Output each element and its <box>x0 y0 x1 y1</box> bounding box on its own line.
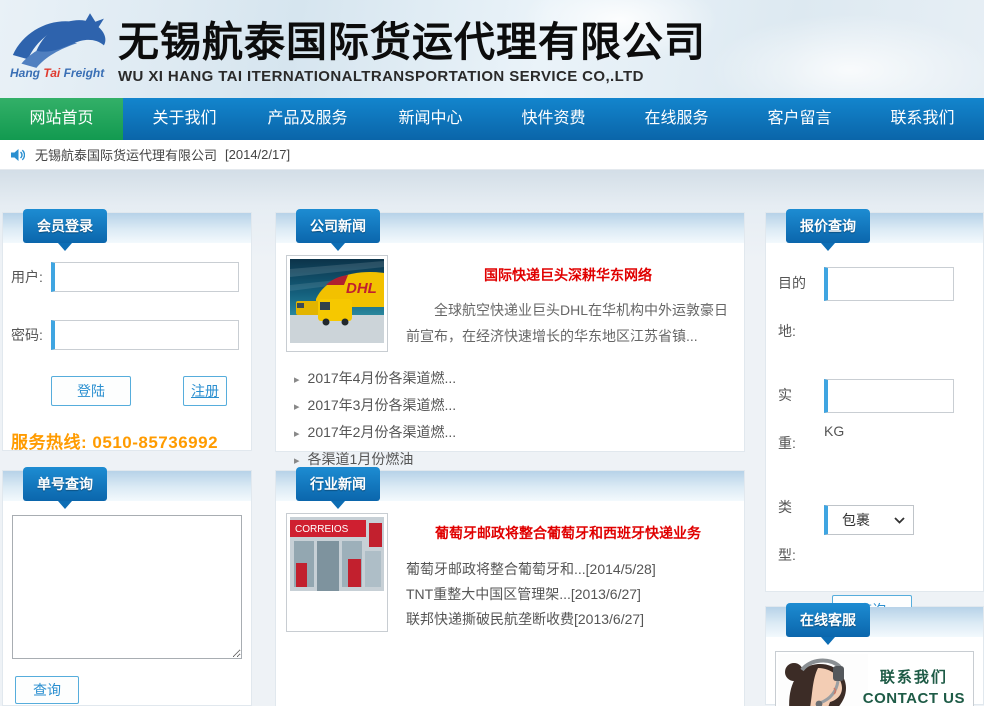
password-label: 密码: <box>11 325 51 345</box>
industry-news-list: 葡萄牙邮政将整合葡萄牙和...[2014/5/28] TNT重整大中国区管理架.… <box>406 557 730 632</box>
correios-storefront-image: CORREIOS <box>290 517 384 591</box>
industry-news-tab: 行业新闻 <box>296 467 380 501</box>
tracking-tab: 单号查询 <box>23 467 107 501</box>
announcement-date: [2014/2/17] <box>225 147 290 162</box>
destination-label: 目的 地: <box>778 257 814 355</box>
company-news-item[interactable]: 2017年2月份各渠道燃... <box>294 420 744 447</box>
company-news-featured-title[interactable]: 国际快递巨头深耕华东网络 <box>406 265 730 285</box>
content-area: 会员登录 用户: 密码: 登陆 注册 服务热线: 0510-85736992 <box>0 170 984 704</box>
company-news-tab: 公司新闻 <box>296 209 380 243</box>
industry-news-header: 行业新闻 <box>276 471 744 501</box>
package-type-value: 包裹 <box>842 510 870 530</box>
industry-news-panel: 行业新闻 CORREIOS <box>275 470 745 706</box>
middle-column: 公司新闻 <box>275 212 745 706</box>
company-news-header: 公司新闻 <box>276 213 744 243</box>
page: Hang Tai Freight 无锡航泰国际货运代理有限公司 WU XI HA… <box>0 0 984 706</box>
username-row: 用户: <box>3 262 251 292</box>
nav-item-news[interactable]: 新闻中心 <box>369 98 492 140</box>
weight-label: 实 重: <box>778 369 814 467</box>
industry-news-item[interactable]: 葡萄牙邮政将整合葡萄牙和...[2014/5/28] <box>406 557 730 582</box>
company-news-item[interactable]: 2017年3月份各渠道燃... <box>294 393 744 420</box>
speaker-icon <box>10 148 25 162</box>
nav-item-home[interactable]: 网站首页 <box>0 98 123 140</box>
destination-row: 目的 地: <box>766 257 983 355</box>
logo-words: Hang Tai Freight <box>10 66 118 80</box>
company-news-item[interactable]: 2017年4月份各渠道燃... <box>294 366 744 393</box>
main-nav: 网站首页 关于我们 产品及服务 新闻中心 快件资费 在线服务 客户留言 联系我们 <box>0 98 984 140</box>
contact-us-cn: 联系我们 <box>863 666 965 687</box>
contact-us-text: 联系我们 CONTACT US <box>863 666 965 706</box>
company-news-featured-excerpt: 全球航空快递业巨头DHL在华机构中外运敦豪日前宣布，在经济快速增长的华东地区江苏… <box>406 297 730 349</box>
tracking-query-button[interactable]: 查询 <box>15 676 79 704</box>
customer-service-agent-image <box>778 654 868 706</box>
industry-news-item[interactable]: TNT重整大中国区管理架...[2013/6/27] <box>406 582 730 607</box>
destination-input[interactable] <box>824 267 954 301</box>
correios-news-thumbnail[interactable]: CORREIOS <box>286 513 388 632</box>
company-subtitle: WU XI HANG TAI ITERNATIONALTRANSPORTATIO… <box>118 68 706 85</box>
login-button[interactable]: 登陆 <box>51 376 131 406</box>
announcement-text: 无锡航泰国际货运代理有限公司 <box>35 145 217 164</box>
right-column: 报价查询 目的 地: 实 重: KG 类 型: <box>765 212 984 705</box>
quote-query-header: 报价查询 <box>766 213 983 243</box>
contact-us-banner[interactable]: 联系我们 CONTACT US <box>775 651 974 706</box>
svg-text:CORREIOS: CORREIOS <box>295 524 349 535</box>
login-buttons: 登陆 注册 <box>3 376 251 406</box>
member-login-header: 会员登录 <box>3 213 251 243</box>
industry-news-item[interactable]: 联邦快递撕破民航垄断收费[2013/6/27] <box>406 607 730 632</box>
chevron-down-icon <box>894 517 905 524</box>
tracking-panel: 单号查询 查询 <box>2 470 252 706</box>
online-service-panel: 在线客服 联系我们 <box>765 606 984 705</box>
company-news-featured: DHL 国际快递巨头深耕华东网络 全球航空快递业巨头DHL在华机构中外运敦豪日前… <box>276 243 744 352</box>
password-row: 密码: <box>3 320 251 350</box>
weight-row: 实 重: KG <box>766 369 983 467</box>
header-titles: 无锡航泰国际货运代理有限公司 WU XI HANG TAI ITERNATION… <box>118 14 706 85</box>
password-input[interactable] <box>51 320 239 350</box>
tracking-header: 单号查询 <box>3 471 251 501</box>
dhl-plane-image: DHL <box>290 259 384 343</box>
contact-us-en: CONTACT US <box>863 690 965 706</box>
quote-query-tab: 报价查询 <box>786 209 870 243</box>
left-column: 会员登录 用户: 密码: 登陆 注册 服务热线: 0510-85736992 <box>2 212 252 706</box>
industry-news-featured-title[interactable]: 葡萄牙邮政将整合葡萄牙和西班牙快递业务 <box>406 523 730 543</box>
company-news-list: 2017年4月份各渠道燃... 2017年3月份各渠道燃... 2017年2月份… <box>294 366 744 474</box>
username-input[interactable] <box>51 262 239 292</box>
horse-logo-icon <box>8 10 112 70</box>
header: Hang Tai Freight 无锡航泰国际货运代理有限公司 WU XI HA… <box>0 0 984 98</box>
logo-word-freight: Freight <box>64 66 105 80</box>
nav-item-rates[interactable]: 快件资费 <box>492 98 615 140</box>
logo-word-hang: Hang <box>10 66 40 80</box>
register-button[interactable]: 注册 <box>183 376 227 406</box>
member-login-tab: 会员登录 <box>23 209 107 243</box>
package-type-select[interactable]: 包裹 <box>824 505 914 535</box>
company-logo: Hang Tai Freight <box>0 0 118 98</box>
company-title: 无锡航泰国际货运代理有限公司 <box>118 18 706 66</box>
dhl-news-thumbnail[interactable]: DHL <box>286 255 388 352</box>
tracking-numbers-textarea[interactable] <box>12 515 242 659</box>
industry-news-featured-text: 葡萄牙邮政将整合葡萄牙和西班牙快递业务 葡萄牙邮政将整合葡萄牙和...[2014… <box>388 513 734 632</box>
company-news-panel: 公司新闻 <box>275 212 745 452</box>
online-service-header: 在线客服 <box>766 607 983 637</box>
nav-item-contact[interactable]: 联系我们 <box>861 98 984 140</box>
member-login-panel: 会员登录 用户: 密码: 登陆 注册 服务热线: 0510-85736992 <box>2 212 252 451</box>
hotline-label: 服务热线: <box>11 433 87 452</box>
online-service-tab: 在线客服 <box>786 603 870 637</box>
type-label: 类 型: <box>778 481 814 579</box>
nav-item-products[interactable]: 产品及服务 <box>246 98 369 140</box>
logo-word-tai: Tai <box>43 66 60 80</box>
weight-unit-label: KG <box>824 423 954 439</box>
weight-input[interactable] <box>824 379 954 413</box>
nav-item-guestbook[interactable]: 客户留言 <box>738 98 861 140</box>
quote-query-panel: 报价查询 目的 地: 实 重: KG 类 型: <box>765 212 984 592</box>
announcement-bar: 无锡航泰国际货运代理有限公司 [2014/2/17] <box>0 140 984 170</box>
username-label: 用户: <box>11 267 51 287</box>
type-row: 类 型: 包裹 <box>766 481 983 579</box>
service-hotline: 服务热线: 0510-85736992 <box>11 428 251 453</box>
nav-item-about[interactable]: 关于我们 <box>123 98 246 140</box>
svg-text:DHL: DHL <box>346 280 377 297</box>
nav-item-online-service[interactable]: 在线服务 <box>615 98 738 140</box>
hotline-number: 0510-85736992 <box>92 433 218 452</box>
company-news-featured-text: 国际快递巨头深耕华东网络 全球航空快递业巨头DHL在华机构中外运敦豪日前宣布，在… <box>388 255 734 352</box>
industry-news-featured: CORREIOS 葡萄牙邮政将整合葡萄牙和西班牙快递业务 <box>276 501 744 632</box>
